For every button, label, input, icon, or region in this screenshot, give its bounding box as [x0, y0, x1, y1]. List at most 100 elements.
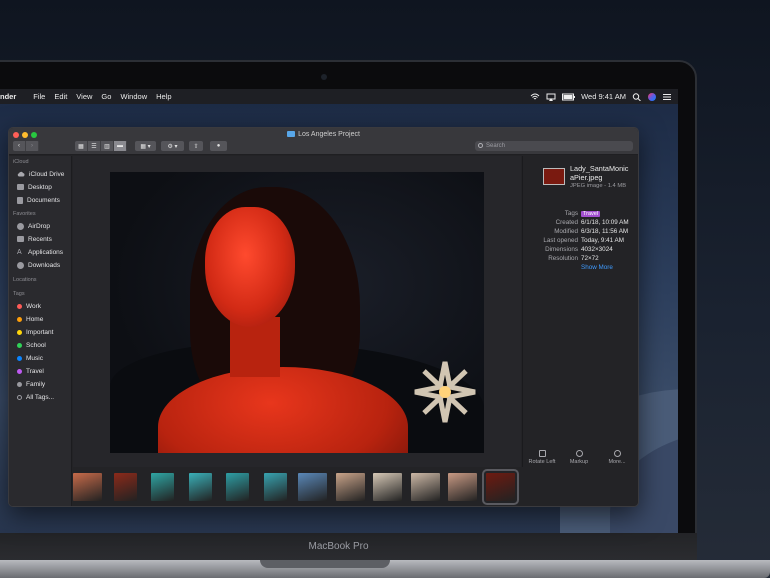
tag-dot-icon — [17, 303, 22, 309]
title-bar: Los Angeles Project ‹ › ▦ ☰ ▥ ▬ ▦ ▾ ⚙ ▾ … — [9, 128, 638, 155]
clock-icon — [17, 236, 24, 242]
sidebar-tag-all-tags[interactable]: All Tags... — [17, 392, 54, 402]
sidebar-heading-favorites: Favorites — [13, 211, 36, 217]
cloud-icon — [17, 171, 25, 177]
sidebar-item-documents[interactable]: Documents — [17, 195, 60, 205]
meta-value: 4032×3024 — [581, 246, 613, 253]
sidebar: iCloud iCloud Drive Desktop Documents Fa… — [9, 156, 72, 506]
group-button[interactable]: ▦ ▾ — [135, 141, 156, 151]
sidebar-item-label: Home — [26, 315, 44, 323]
filmstrip-thumbnail[interactable] — [335, 473, 365, 501]
meta-value: Travel — [581, 210, 601, 217]
meta-value: 6/1/18, 10:09 AM — [581, 219, 629, 226]
menu-window[interactable]: Window — [120, 92, 147, 101]
menu-help[interactable]: Help — [156, 92, 171, 101]
laptop-label: MacBook Pro — [0, 533, 697, 561]
tag-dot-icon — [17, 342, 22, 348]
filmstrip-thumbnail[interactable] — [226, 473, 249, 501]
sidebar-tag-important[interactable]: Important — [17, 327, 53, 337]
back-button[interactable]: ‹ — [13, 141, 26, 151]
airplay-icon[interactable] — [546, 93, 556, 101]
file-name-line: Lady_SantaMonic — [570, 164, 629, 173]
menu-bar: nder File Edit View Go Window Help Wed 9… — [0, 89, 678, 104]
filmstrip-thumbnail[interactable] — [373, 473, 402, 501]
wifi-icon[interactable] — [530, 93, 540, 101]
meta-value: 72×72 — [581, 255, 599, 262]
sidebar-heading-icloud: iCloud — [13, 159, 29, 165]
photo-face — [205, 207, 295, 327]
download-icon — [17, 261, 24, 269]
sidebar-tag-home[interactable]: Home — [17, 314, 43, 324]
battery-icon[interactable] — [562, 93, 576, 101]
sidebar-tag-school[interactable]: School — [17, 340, 46, 350]
menu-app-name[interactable]: nder — [0, 92, 16, 101]
view-mode-control: ▦ ☰ ▥ ▬ — [75, 141, 127, 151]
filmstrip-thumbnail[interactable] — [73, 473, 102, 501]
gallery-view-button[interactable]: ▬ — [114, 141, 127, 151]
siri-icon[interactable] — [648, 92, 656, 101]
menu-view[interactable]: View — [76, 92, 92, 101]
markup-button[interactable]: Markup — [564, 450, 594, 465]
camera — [321, 74, 327, 80]
filmstrip-thumbnail[interactable] — [298, 473, 327, 501]
sidebar-item-icloud-drive[interactable]: iCloud Drive — [17, 169, 64, 179]
markup-icon — [575, 450, 583, 457]
filmstrip-thumbnail[interactable] — [151, 473, 174, 501]
filmstrip-thumbnail[interactable] — [263, 473, 287, 501]
show-more-link[interactable]: Show More — [581, 264, 613, 271]
notification-center-icon[interactable] — [662, 93, 672, 101]
sidebar-item-recents[interactable]: Recents — [17, 234, 52, 244]
forward-button[interactable]: › — [26, 141, 39, 151]
sidebar-tag-family[interactable]: Family — [17, 379, 45, 389]
sidebar-item-applications[interactable]: A Applications — [17, 247, 63, 257]
share-button[interactable]: ⇧ — [189, 141, 203, 151]
meta-key: Created — [555, 219, 578, 226]
action-label: Rotate Left — [528, 459, 556, 465]
search-input[interactable]: Search — [475, 141, 633, 151]
sidebar-item-desktop[interactable]: Desktop — [17, 182, 52, 192]
sidebar-tag-travel[interactable]: Travel — [17, 366, 44, 376]
tag-button[interactable]: ● — [210, 141, 227, 151]
sidebar-item-label: Applications — [28, 248, 64, 256]
search-icon — [478, 143, 483, 148]
sidebar-tag-work[interactable]: Work — [17, 301, 41, 311]
applications-icon: A — [17, 248, 22, 256]
tag-dot-icon — [17, 316, 22, 322]
file-name-line: aPier.jpeg — [570, 173, 603, 182]
window-title-text: Los Angeles Project — [298, 131, 360, 138]
ellipsis-icon — [613, 450, 621, 457]
filmstrip-thumbnail[interactable] — [113, 473, 137, 501]
sidebar-item-label: All Tags... — [26, 393, 55, 401]
sidebar-heading-locations: Locations — [13, 277, 37, 283]
sidebar-item-downloads[interactable]: Downloads — [17, 260, 60, 270]
action-label: Markup — [569, 459, 589, 465]
meta-key: Tags — [564, 210, 578, 217]
more-button[interactable]: More... — [602, 450, 632, 465]
filmstrip-thumbnail[interactable] — [188, 473, 212, 501]
menu-file[interactable]: File — [33, 92, 45, 101]
spotlight-icon[interactable] — [632, 92, 642, 101]
action-gear-button[interactable]: ⚙ ▾ — [161, 141, 184, 151]
clock[interactable]: Wed 9:41 AM — [581, 92, 626, 101]
menu-go[interactable]: Go — [101, 92, 111, 101]
rotate-left-button[interactable]: Rotate Left — [527, 450, 557, 465]
gallery-preview — [73, 156, 521, 467]
preview-image[interactable] — [110, 172, 484, 453]
laptop-notch — [260, 560, 390, 568]
meta-key: Dimensions — [545, 246, 578, 253]
window-title: Los Angeles Project — [9, 131, 638, 138]
list-view-button[interactable]: ☰ — [88, 141, 101, 151]
folder-icon — [287, 131, 296, 137]
sidebar-item-label: Documents — [27, 196, 60, 204]
icon-view-button[interactable]: ▦ — [75, 141, 88, 151]
sidebar-item-airdrop[interactable]: AirDrop — [17, 221, 50, 231]
sidebar-item-label: Travel — [26, 367, 44, 375]
tag-chip[interactable]: Travel — [581, 211, 601, 217]
menu-edit[interactable]: Edit — [54, 92, 67, 101]
sidebar-heading-tags: Tags — [13, 291, 25, 297]
filmstrip-thumbnail[interactable] — [448, 473, 477, 501]
filmstrip-thumbnail[interactable] — [410, 473, 440, 501]
column-view-button[interactable]: ▥ — [101, 141, 114, 151]
filmstrip-thumbnail[interactable] — [481, 469, 519, 505]
sidebar-tag-music[interactable]: Music — [17, 353, 43, 363]
